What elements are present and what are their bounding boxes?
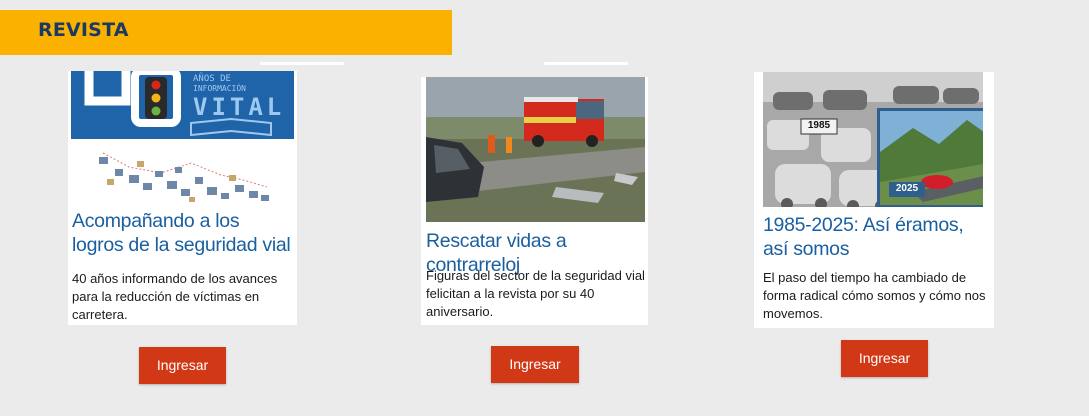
year-label-1985: 1985 (807, 120, 831, 131)
article-image-1[interactable]: AÑOS DE INFORMACIÓN VITAL (71, 71, 294, 203)
section-header: REVISTA (0, 10, 452, 55)
then-and-now-cars-photo (763, 72, 983, 207)
logo-text: AÑOS DE INFORMACIÓN VITAL (193, 74, 289, 120)
ingresar-button-1[interactable]: Ingresar (139, 347, 226, 384)
year-label-2025: 2025 (895, 183, 919, 194)
article-card-3[interactable]: 1985 2025 1985-2025: Así éramos, así som… (754, 72, 994, 328)
ingresar-button-2[interactable]: Ingresar (491, 346, 579, 383)
article-image-3[interactable]: 1985 2025 (763, 72, 983, 207)
article-description-2: Figuras del sector de la seguridad vial … (426, 268, 645, 319)
fire-truck-accident-photo (426, 77, 645, 222)
logo-line-1: AÑOS DE (193, 74, 231, 84)
article-description-3: El paso del tiempo ha cambiado de forma … (763, 270, 986, 321)
article-image-2[interactable] (426, 77, 645, 222)
decorative-divider (544, 62, 628, 65)
decorative-divider (260, 62, 344, 65)
logo-line-3: VITAL (193, 93, 286, 121)
article-title-3[interactable]: 1985-2025: Así éramos, así somos (763, 213, 985, 261)
ingresar-button-3[interactable]: Ingresar (841, 340, 928, 377)
article-title-1[interactable]: Acompañando a los logros de la seguridad… (72, 209, 294, 257)
article-description-1: 40 años informando de los avances para l… (72, 271, 278, 322)
article-card-2[interactable]: Rescatar vidas a contrarreloj Figuras de… (421, 77, 648, 325)
article-card-1[interactable]: AÑOS DE INFORMACIÓN VITAL Acompañando a … (68, 71, 297, 325)
section-title: REVISTA (38, 19, 129, 41)
